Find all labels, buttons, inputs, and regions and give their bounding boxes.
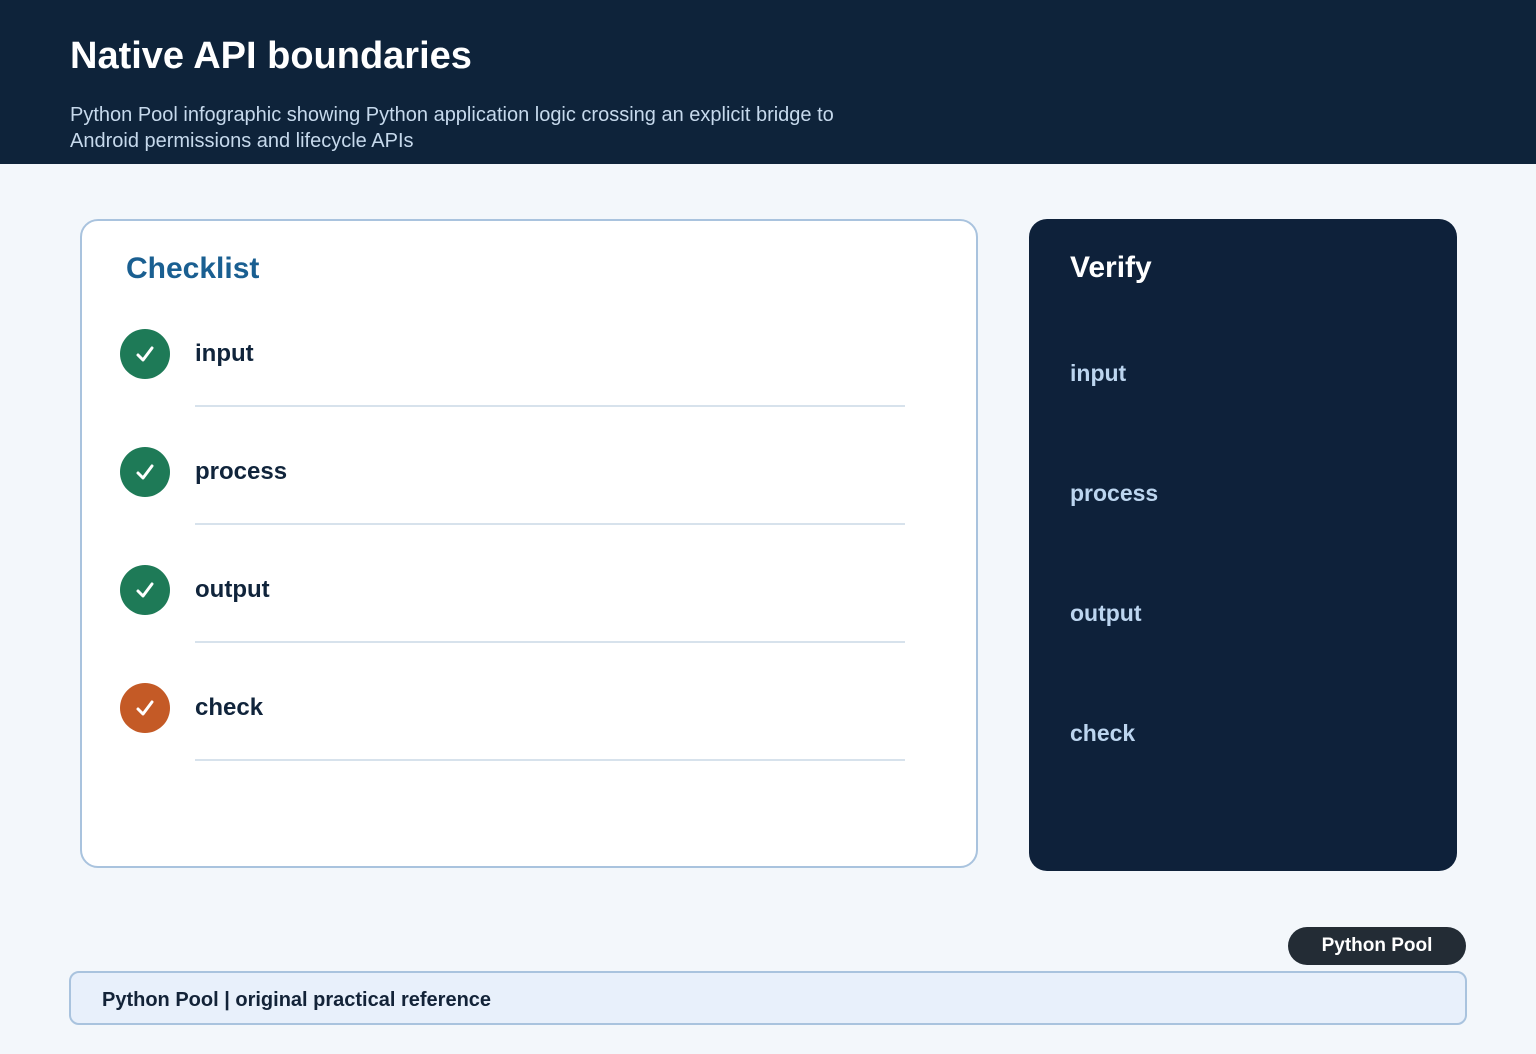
- checklist-item-label: input: [195, 340, 254, 367]
- checklist-item-check: check: [120, 683, 910, 763]
- checklist-title: Checklist: [126, 252, 260, 285]
- verify-title: Verify: [1070, 251, 1152, 284]
- check-icon: [120, 565, 170, 615]
- checklist-item-label: check: [195, 694, 264, 721]
- checklist-item-process: process: [120, 447, 910, 527]
- page-subtitle: Python Pool infographic showing Python a…: [70, 104, 834, 152]
- checklist-item-input: input: [120, 329, 910, 409]
- checklist-item-label: output: [195, 576, 270, 603]
- verify-item-process: process: [1070, 480, 1159, 506]
- footer-bar: Python Pool | original practical referen…: [69, 971, 1467, 1025]
- check-icon: [120, 447, 170, 497]
- header: Native API boundaries Python Pool infogr…: [0, 0, 1536, 164]
- checklist-item-output: output: [120, 565, 910, 645]
- brand-badge: Python Pool: [1288, 927, 1466, 965]
- divider: [195, 641, 905, 643]
- divider: [195, 523, 905, 525]
- divider: [195, 405, 905, 407]
- verify-item-input: input: [1070, 360, 1127, 386]
- checklist-panel: Checklist input process output check: [80, 219, 978, 868]
- page-title: Native API boundaries: [70, 35, 472, 77]
- checklist-item-label: process: [195, 458, 288, 485]
- verify-panel: Verify input process output check: [1029, 219, 1457, 871]
- footer-text: Python Pool | original practical referen…: [102, 989, 492, 1011]
- check-icon: [120, 683, 170, 733]
- verify-item-output: output: [1070, 600, 1142, 626]
- verify-item-check: check: [1070, 720, 1136, 746]
- check-icon: [120, 329, 170, 379]
- divider: [195, 759, 905, 761]
